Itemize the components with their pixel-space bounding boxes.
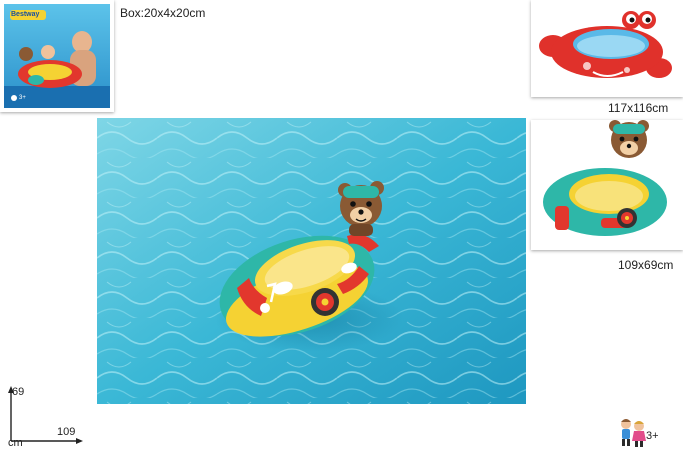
- bear-boat-small-image: [543, 120, 667, 236]
- brand-logo-text: Bestway: [11, 11, 40, 18]
- dimension-height-value: 69: [12, 386, 25, 398]
- age-recommendation: 3+: [646, 430, 659, 442]
- package-thumbnail[interactable]: Bestway 3+: [0, 0, 114, 112]
- dimension-unit: cm: [8, 437, 23, 449]
- package-age-mark: 3+: [19, 95, 26, 101]
- variant-thumbnail-bear[interactable]: [531, 120, 683, 250]
- variant-thumbnail-crab[interactable]: [531, 0, 683, 97]
- product-listing-page: Bestway 3+ Box:20x4x20cm 117x116cm 109x6…: [0, 0, 683, 450]
- variant-size-bear: 109x69cm: [618, 258, 674, 272]
- variant-size-crab: 117x116cm: [608, 101, 669, 115]
- crab-boat-image: [539, 11, 672, 78]
- dimension-width-value: 109: [57, 426, 76, 438]
- hero-product-photo[interactable]: [97, 118, 526, 404]
- box-size-label: Box:20x4x20cm: [120, 6, 206, 20]
- pool-scene: [97, 118, 526, 404]
